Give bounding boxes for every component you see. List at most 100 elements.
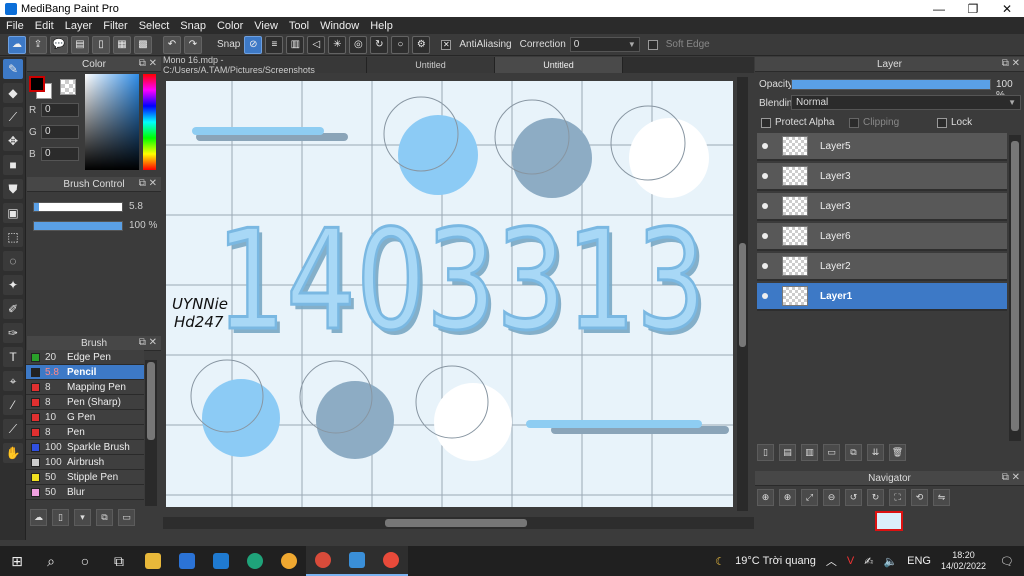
menu-snap[interactable]: Snap bbox=[180, 20, 206, 32]
visibility-icon[interactable] bbox=[762, 173, 768, 179]
start-button[interactable]: ⊞ bbox=[0, 546, 34, 576]
panel-icon[interactable]: ▦ bbox=[113, 35, 131, 54]
app-button-1[interactable] bbox=[272, 546, 306, 576]
comic-icon[interactable]: ▤ bbox=[71, 35, 89, 54]
tab-mono16[interactable]: Mono 16.mdp - C:/Users/A.TAM/Pictures/Sc… bbox=[163, 55, 367, 75]
merge-layer-icon[interactable]: ⇊ bbox=[867, 444, 884, 461]
weather-text[interactable]: 19°C Trời quang bbox=[735, 555, 816, 567]
brush-size-slider[interactable] bbox=[33, 201, 123, 212]
panel-close-icon[interactable]: ⧉ ✕ bbox=[139, 58, 157, 69]
eyedropper-tool-icon[interactable]: ⟋ bbox=[3, 419, 23, 439]
brush-opacity-slider[interactable] bbox=[33, 220, 123, 231]
clock[interactable]: 18:20 14/02/2022 bbox=[941, 550, 986, 572]
brush-folder-icon[interactable]: ▭ bbox=[118, 508, 135, 526]
gradient-tool-icon[interactable]: ▣ bbox=[3, 203, 23, 223]
snap-ellipse-icon[interactable]: ○ bbox=[391, 35, 410, 54]
panel-close-icon[interactable]: ⧉ ✕ bbox=[1002, 58, 1020, 69]
fit-window-icon[interactable]: ⛶ bbox=[889, 489, 906, 506]
new-halftone-layer-icon[interactable]: ▤ bbox=[779, 444, 796, 461]
duplicate-layer-icon[interactable]: ⧉ bbox=[845, 444, 862, 461]
redo-icon[interactable]: ↷ bbox=[184, 35, 202, 54]
menu-view[interactable]: View bbox=[254, 20, 278, 32]
move-tool-icon[interactable]: ✥ bbox=[3, 131, 23, 151]
visibility-icon[interactable] bbox=[762, 203, 768, 209]
medibang-button[interactable] bbox=[374, 546, 408, 576]
fit-screen-icon[interactable]: ⤢ bbox=[801, 489, 818, 506]
b-input[interactable]: 0 bbox=[41, 147, 79, 161]
undo-icon[interactable]: ↶ bbox=[163, 35, 181, 54]
lasso-tool-icon[interactable]: ◌ bbox=[3, 251, 23, 271]
new-8bit-layer-icon[interactable]: ▥ bbox=[801, 444, 818, 461]
tray-chevron-icon[interactable]: ︿ bbox=[826, 553, 837, 569]
search-button[interactable]: ⌕ bbox=[34, 546, 68, 576]
menu-edit[interactable]: Edit bbox=[35, 20, 54, 32]
drawing-canvas[interactable]: 1403313 1403313 UYNNie Hd247 bbox=[166, 81, 733, 507]
task-view-button[interactable]: ⧉ bbox=[102, 546, 136, 576]
brush-item[interactable]: 100 Sparkle Brush bbox=[26, 440, 144, 455]
select-tool-icon[interactable]: ⬚ bbox=[3, 227, 23, 247]
brush-item[interactable]: 8 Mapping Pen bbox=[26, 380, 144, 395]
canvas-vertical-scroll-thumb[interactable] bbox=[739, 243, 746, 347]
tab-untitled-1[interactable]: Untitled bbox=[367, 57, 495, 73]
zoom-out-icon[interactable]: ⊖ bbox=[823, 489, 840, 506]
maximize-button[interactable]: ❐ bbox=[956, 0, 990, 17]
rotate-right-icon[interactable]: ↻ bbox=[867, 489, 884, 506]
panel-close-icon[interactable]: ⧉ ✕ bbox=[139, 178, 157, 189]
menu-select[interactable]: Select bbox=[139, 20, 170, 32]
brush-list-scrollbar[interactable] bbox=[145, 360, 157, 506]
edge-button[interactable] bbox=[238, 546, 272, 576]
snap-settings-icon[interactable]: ⚙ bbox=[412, 35, 431, 54]
dot-tool-icon[interactable]: ⟋ bbox=[3, 107, 23, 127]
layer-row[interactable]: Layer3 bbox=[757, 193, 1007, 221]
menu-color[interactable]: Color bbox=[217, 20, 243, 32]
zoom-reset-icon[interactable]: ⊕ bbox=[757, 489, 774, 506]
layer-list-scrollbar[interactable] bbox=[1009, 135, 1021, 441]
menu-tool[interactable]: Tool bbox=[289, 20, 309, 32]
visibility-icon[interactable] bbox=[762, 293, 768, 299]
page-icon[interactable]: ▯ bbox=[92, 35, 110, 54]
saturation-value-picker[interactable] bbox=[85, 74, 139, 170]
brush-item[interactable]: 100 Airbrush bbox=[26, 455, 144, 470]
menu-help[interactable]: Help bbox=[370, 20, 393, 32]
language-indicator[interactable]: ENG bbox=[907, 555, 931, 567]
operation-tool-icon[interactable]: ⌖ bbox=[3, 371, 23, 391]
layer-opacity-slider[interactable] bbox=[791, 79, 991, 90]
fill-tool-icon[interactable]: ⛊ bbox=[3, 179, 23, 199]
canvas-horizontal-scroll-thumb[interactable] bbox=[385, 519, 527, 527]
panel-close-icon[interactable]: ⧉ ✕ bbox=[1002, 472, 1020, 483]
mail-button[interactable] bbox=[204, 546, 238, 576]
delete-layer-icon[interactable]: 🗑 bbox=[889, 444, 906, 461]
magic-wand-icon[interactable]: ✦ bbox=[3, 275, 23, 295]
snap-curve-icon[interactable]: ↻ bbox=[370, 35, 389, 54]
brush-item[interactable]: 5.8 Pencil bbox=[26, 365, 144, 380]
rectangle-tool-icon[interactable]: ■ bbox=[3, 155, 23, 175]
layer-row[interactable]: Layer2 bbox=[757, 253, 1007, 281]
photos-button[interactable] bbox=[340, 546, 374, 576]
canvas-horizontal-scrollbar[interactable] bbox=[163, 517, 754, 529]
share-icon[interactable]: ⇪ bbox=[29, 35, 47, 54]
add-brush-icon[interactable]: ▯ bbox=[52, 508, 69, 526]
hue-slider[interactable] bbox=[143, 74, 156, 170]
protect-alpha-checkbox[interactable] bbox=[761, 117, 771, 128]
eraser-tool-icon[interactable]: ◆ bbox=[3, 83, 23, 103]
g-input[interactable]: 0 bbox=[41, 125, 79, 139]
select-eraser-icon[interactable]: ✑ bbox=[3, 323, 23, 343]
softedge-checkbox[interactable] bbox=[647, 39, 658, 50]
visibility-icon[interactable] bbox=[762, 233, 768, 239]
grid-icon[interactable]: ▩ bbox=[134, 35, 152, 54]
chrome-button[interactable] bbox=[306, 546, 340, 576]
layer-row[interactable]: Layer6 bbox=[757, 223, 1007, 251]
menu-layer[interactable]: Layer bbox=[65, 20, 93, 32]
minimize-button[interactable]: — bbox=[922, 0, 956, 17]
snap-circle-icon[interactable]: ◎ bbox=[349, 35, 368, 54]
hand-tool-icon[interactable]: ✋ bbox=[3, 443, 23, 463]
snap-vanish-icon[interactable]: ◁ bbox=[307, 35, 326, 54]
brush-list-scroll-thumb[interactable] bbox=[147, 362, 155, 440]
snap-off-icon[interactable]: ⊘ bbox=[244, 35, 263, 54]
vivaldi-icon[interactable]: V bbox=[847, 555, 854, 567]
navigator-preview[interactable] bbox=[875, 511, 903, 531]
file-explorer-button[interactable] bbox=[136, 546, 170, 576]
brush-item[interactable]: 10 G Pen bbox=[26, 410, 144, 425]
layer-list-scroll-thumb[interactable] bbox=[1011, 141, 1019, 431]
snap-radial-icon[interactable]: ✳ bbox=[328, 35, 347, 54]
